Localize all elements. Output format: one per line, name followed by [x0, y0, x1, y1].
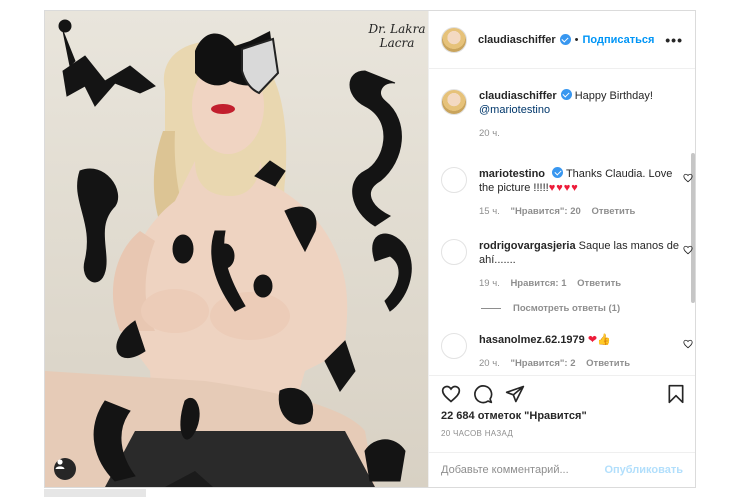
caption-time: 20 ч.	[479, 128, 500, 139]
comment-time: 19 ч.	[479, 278, 500, 289]
avatar[interactable]	[441, 239, 467, 265]
comment-icon[interactable]	[473, 384, 493, 404]
caption-item: claudiaschiffer Happy Birthday! @mariote…	[441, 89, 681, 141]
comment-time: 20 ч.	[479, 358, 500, 369]
comment-time: 15 ч.	[479, 206, 500, 217]
view-replies-link[interactable]: Посмотреть ответы (1)	[481, 303, 620, 314]
comment-likes[interactable]: "Нравится": 2	[510, 358, 575, 369]
comments-list[interactable]: claudiaschiffer Happy Birthday! @mariote…	[429, 69, 695, 375]
separator-dot: •	[574, 33, 579, 46]
comment-item: rodrigovargasjeria Saque las manos de ah…	[441, 239, 693, 291]
comment-item: hasanolmez.62.1979 ❤👍 20 ч. "Нравится": …	[441, 333, 693, 371]
verified-icon	[552, 167, 564, 178]
verified-icon	[559, 34, 571, 45]
reply-button[interactable]: Ответить	[586, 358, 630, 369]
page-bottom-strip	[44, 489, 146, 497]
caption-text: Happy Birthday!	[574, 90, 653, 102]
comment-likes[interactable]: "Нравится": 20	[510, 206, 580, 217]
bookmark-icon[interactable]	[667, 384, 685, 404]
svg-text:Lacra: Lacra	[379, 36, 415, 50]
share-icon[interactable]	[505, 384, 525, 404]
reply-button[interactable]: Ответить	[577, 278, 621, 289]
post-photo-illustration: Dr. Lakra Lacra	[45, 19, 426, 487]
author-username[interactable]: claudiaschiffer	[478, 34, 556, 46]
post-actions	[429, 375, 695, 415]
post-image[interactable]: Dr. Lakra Lacra	[45, 11, 428, 487]
avatar[interactable]	[441, 89, 467, 115]
like-comment-heart-icon[interactable]	[683, 339, 693, 349]
like-comment-heart-icon[interactable]	[683, 173, 693, 183]
publish-button[interactable]: Опубликовать	[604, 464, 683, 476]
caption-mention-link[interactable]: @mariotestino	[479, 104, 550, 116]
more-icon[interactable]: •••	[665, 32, 683, 48]
caption-username[interactable]: claudiaschiffer	[479, 90, 557, 102]
likes-count[interactable]: 22 684 отметок "Нравится"	[441, 410, 587, 422]
image-signature: Dr. Lakra	[368, 22, 426, 36]
follow-button[interactable]: Подписаться	[583, 34, 655, 46]
add-comment-bar: Добавьте комментарий... Опубликовать	[429, 452, 695, 487]
comment-emoji: ❤👍	[587, 334, 611, 346]
post-sidebar: claudiaschiffer • Подписаться ••• claudi…	[428, 11, 695, 487]
comment-username[interactable]: hasanolmez.62.1979	[479, 334, 585, 346]
comment-item: mariotestino Thanks Claudia. Love the pi…	[441, 167, 693, 219]
comment-username[interactable]: rodrigovargasjeria	[479, 240, 576, 252]
user-tag-icon[interactable]	[54, 458, 76, 480]
avatar[interactable]	[441, 26, 467, 53]
comment-likes[interactable]: Нравится: 1	[510, 278, 566, 289]
post-header: claudiaschiffer • Подписаться •••	[429, 11, 695, 69]
post-time[interactable]: 20 ЧАСОВ НАЗАД	[441, 429, 513, 438]
add-comment-input[interactable]: Добавьте комментарий...	[441, 464, 569, 476]
comment-username[interactable]: mariotestino	[479, 168, 545, 180]
reply-button[interactable]: Ответить	[591, 206, 635, 217]
like-comment-heart-icon[interactable]	[683, 245, 693, 255]
instagram-post: Dr. Lakra Lacra claudiaschiffer • Подпис…	[44, 10, 696, 488]
avatar[interactable]	[441, 333, 467, 359]
comment-emoji: ♥♥♥♥	[548, 182, 579, 194]
heart-icon[interactable]	[441, 384, 461, 404]
avatar[interactable]	[441, 167, 467, 193]
verified-icon	[560, 89, 572, 100]
